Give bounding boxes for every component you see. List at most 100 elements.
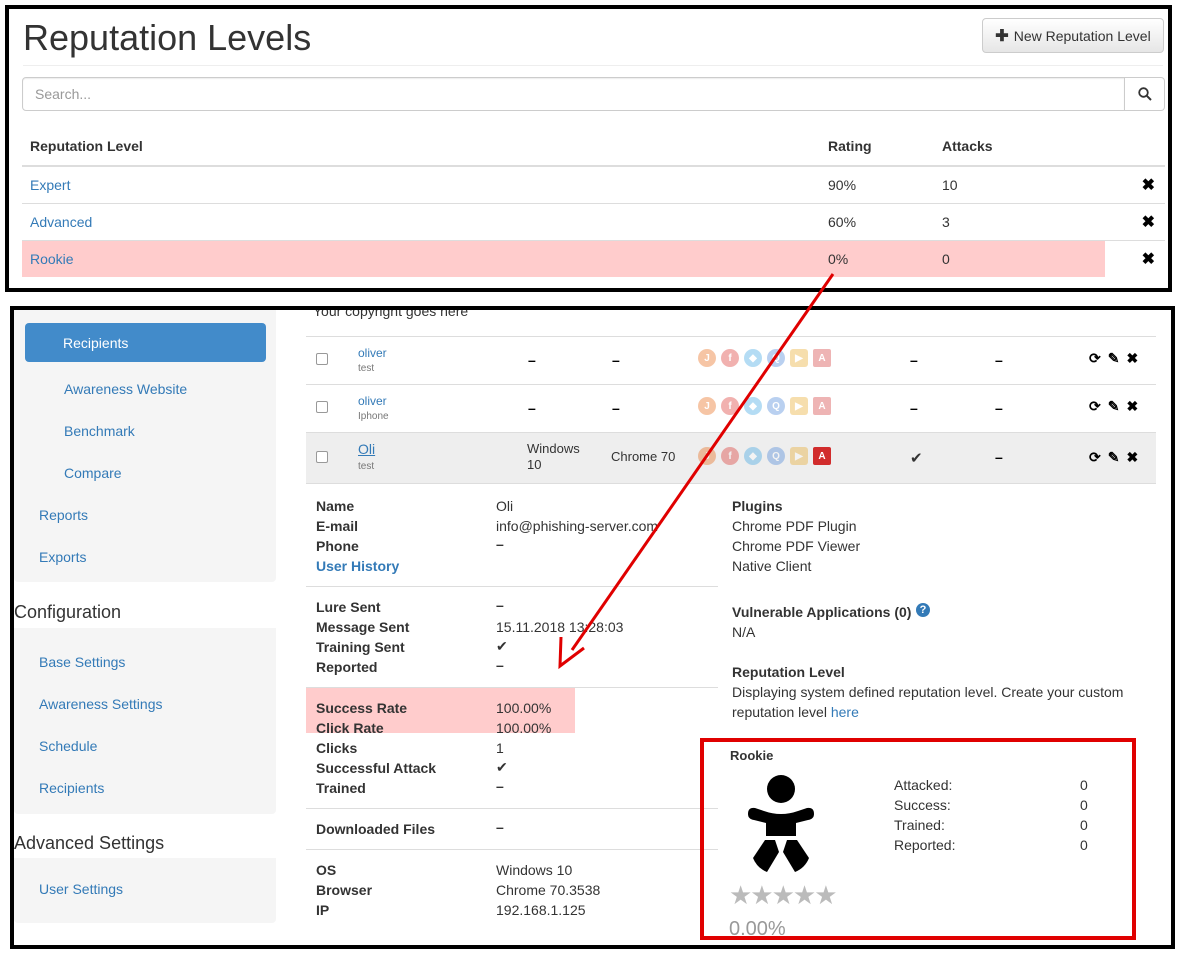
sidebar-item-schedule[interactable]: Schedule	[39, 738, 97, 754]
sidebar-item-exports[interactable]: Exports	[39, 549, 86, 565]
row-checkbox[interactable]	[316, 451, 328, 463]
rating-cell: 60%	[820, 202, 934, 240]
os-label: OS	[316, 862, 337, 878]
quicktime-icon: Q	[767, 397, 785, 415]
help-icon[interactable]: ?	[916, 603, 930, 617]
sidebar-item-reports[interactable]: Reports	[39, 507, 88, 523]
divider	[306, 687, 718, 688]
recipient-name-link[interactable]: oliver	[358, 394, 387, 408]
delete-icon[interactable]: ✖	[1142, 251, 1155, 268]
plugin-icons: J f ◆ Q ▶ A	[698, 447, 831, 465]
sidebar-item-benchmark[interactable]: Benchmark	[64, 423, 135, 439]
delete-icon[interactable]: ✖	[1142, 214, 1155, 231]
phone-label: Phone	[316, 538, 359, 554]
stat-label: Reported:	[894, 837, 956, 853]
delete-icon[interactable]: ✖	[1126, 398, 1138, 415]
rating-cell: 90%	[820, 165, 934, 203]
delete-icon[interactable]: ✖	[1126, 350, 1138, 367]
reputation-level-link[interactable]: Expert	[30, 177, 70, 193]
stat-label: Success:	[894, 797, 951, 813]
sidebar-heading-configuration: Configuration	[14, 602, 122, 622]
edit-icon[interactable]: ✎	[1108, 350, 1120, 367]
refresh-icon[interactable]: ⟳	[1089, 350, 1101, 367]
trained-value: –	[496, 778, 504, 794]
name-value: Oli	[496, 498, 514, 514]
sidebar-item-user-settings[interactable]: User Settings	[39, 881, 123, 897]
java-icon: J	[698, 447, 716, 465]
stat-value: 0	[1080, 817, 1088, 833]
column-header-rating: Rating	[820, 126, 934, 167]
pdf-icon: A	[813, 349, 831, 367]
attack-empty: –	[910, 400, 918, 416]
java-icon: J	[698, 349, 716, 367]
trained-empty: –	[995, 449, 1003, 465]
browser-label: Browser	[316, 882, 373, 898]
sidebar-item-base-settings[interactable]: Base Settings	[39, 654, 125, 670]
trained-label: Trained	[316, 780, 366, 796]
browser-empty: –	[612, 352, 620, 368]
reputation-level-description: Displaying system defined reputation lev…	[732, 684, 1124, 700]
copyright-text: Your copyright goes here	[313, 306, 469, 319]
clicks-value: 1	[496, 740, 504, 756]
reputation-level-link[interactable]: Rookie	[30, 251, 74, 267]
downloaded-files-value: –	[496, 819, 504, 835]
search-button[interactable]	[1125, 77, 1165, 111]
edit-icon[interactable]: ✎	[1108, 449, 1120, 466]
reputation-level-link[interactable]: Advanced	[30, 214, 92, 230]
plus-icon: ✚	[995, 27, 1009, 45]
vulnerable-applications-value: N/A	[732, 624, 756, 640]
new-reputation-level-button[interactable]: ✚ New Reputation Level	[982, 18, 1164, 53]
success-rate-value: 100.00%	[496, 700, 552, 716]
recipient-name-link[interactable]: oliver	[358, 346, 387, 360]
search-icon	[1137, 87, 1152, 101]
quicktime-icon: Q	[767, 349, 785, 367]
reputation-levels-table: Reputation Level Rating Attacks Expert 9…	[22, 126, 1165, 277]
page-title: Reputation Levels	[23, 17, 312, 58]
sidebar-item-recipients[interactable]: Recipients	[39, 780, 104, 796]
attacks-cell: 0	[934, 239, 1105, 277]
divider	[306, 586, 718, 587]
recipient-os: Windows 10	[527, 441, 580, 472]
refresh-icon[interactable]: ⟳	[1089, 398, 1101, 415]
pdf-icon: A	[813, 397, 831, 415]
vulnerable-applications-label: Vulnerable Applications (0)	[732, 604, 912, 620]
baby-icon	[748, 775, 814, 872]
user-history-link[interactable]: User History	[316, 558, 399, 574]
refresh-icon[interactable]: ⟳	[1089, 449, 1101, 466]
ip-value: 192.168.1.125	[496, 902, 586, 918]
flash-icon: f	[721, 397, 739, 415]
os-empty: –	[528, 400, 536, 416]
sidebar-item-compare[interactable]: Compare	[64, 465, 122, 481]
search-input[interactable]	[22, 77, 1125, 111]
sidebar-item-recipients-active[interactable]: Recipients	[25, 323, 266, 362]
row-checkbox[interactable]	[316, 353, 328, 365]
sidebar-group-advanced: User Settings	[14, 858, 276, 923]
rating-percent: 0.00%	[729, 918, 786, 940]
sidebar-item-awareness-settings[interactable]: Awareness Settings	[39, 696, 162, 712]
sidebar-group-configuration: Base Settings Awareness Settings Schedul…	[14, 628, 276, 814]
recipient-browser: Chrome 70	[611, 449, 676, 464]
title-divider	[23, 65, 1163, 66]
edit-icon[interactable]: ✎	[1108, 398, 1120, 415]
attack-empty: –	[910, 352, 918, 368]
delete-icon[interactable]: ✖	[1142, 177, 1155, 194]
table-row: Expert 90% 10 ✖	[22, 165, 1165, 203]
silverlight-icon: ◆	[744, 349, 762, 367]
divider	[306, 808, 718, 809]
silverlight-icon: ◆	[744, 447, 762, 465]
create-custom-level-link[interactable]: here	[831, 704, 859, 720]
sidebar-item-awareness-website[interactable]: Awareness Website	[64, 381, 187, 397]
reputation-card-title: Rookie	[730, 748, 774, 763]
row-checkbox[interactable]	[316, 401, 328, 413]
pdf-icon: A	[813, 447, 831, 465]
rating-cell: 0%	[820, 239, 934, 277]
flash-icon: f	[721, 349, 739, 367]
successful-attack-check-icon: ✔	[910, 450, 923, 467]
attacks-cell: 10	[934, 165, 1105, 203]
trained-empty: –	[995, 400, 1003, 416]
divider	[306, 849, 718, 850]
main-content: Your copyright goes here oliver test – –…	[306, 310, 1166, 945]
recipient-name-link[interactable]: Oli	[358, 441, 375, 457]
lure-sent-label: Lure Sent	[316, 599, 381, 615]
delete-icon[interactable]: ✖	[1126, 449, 1138, 466]
